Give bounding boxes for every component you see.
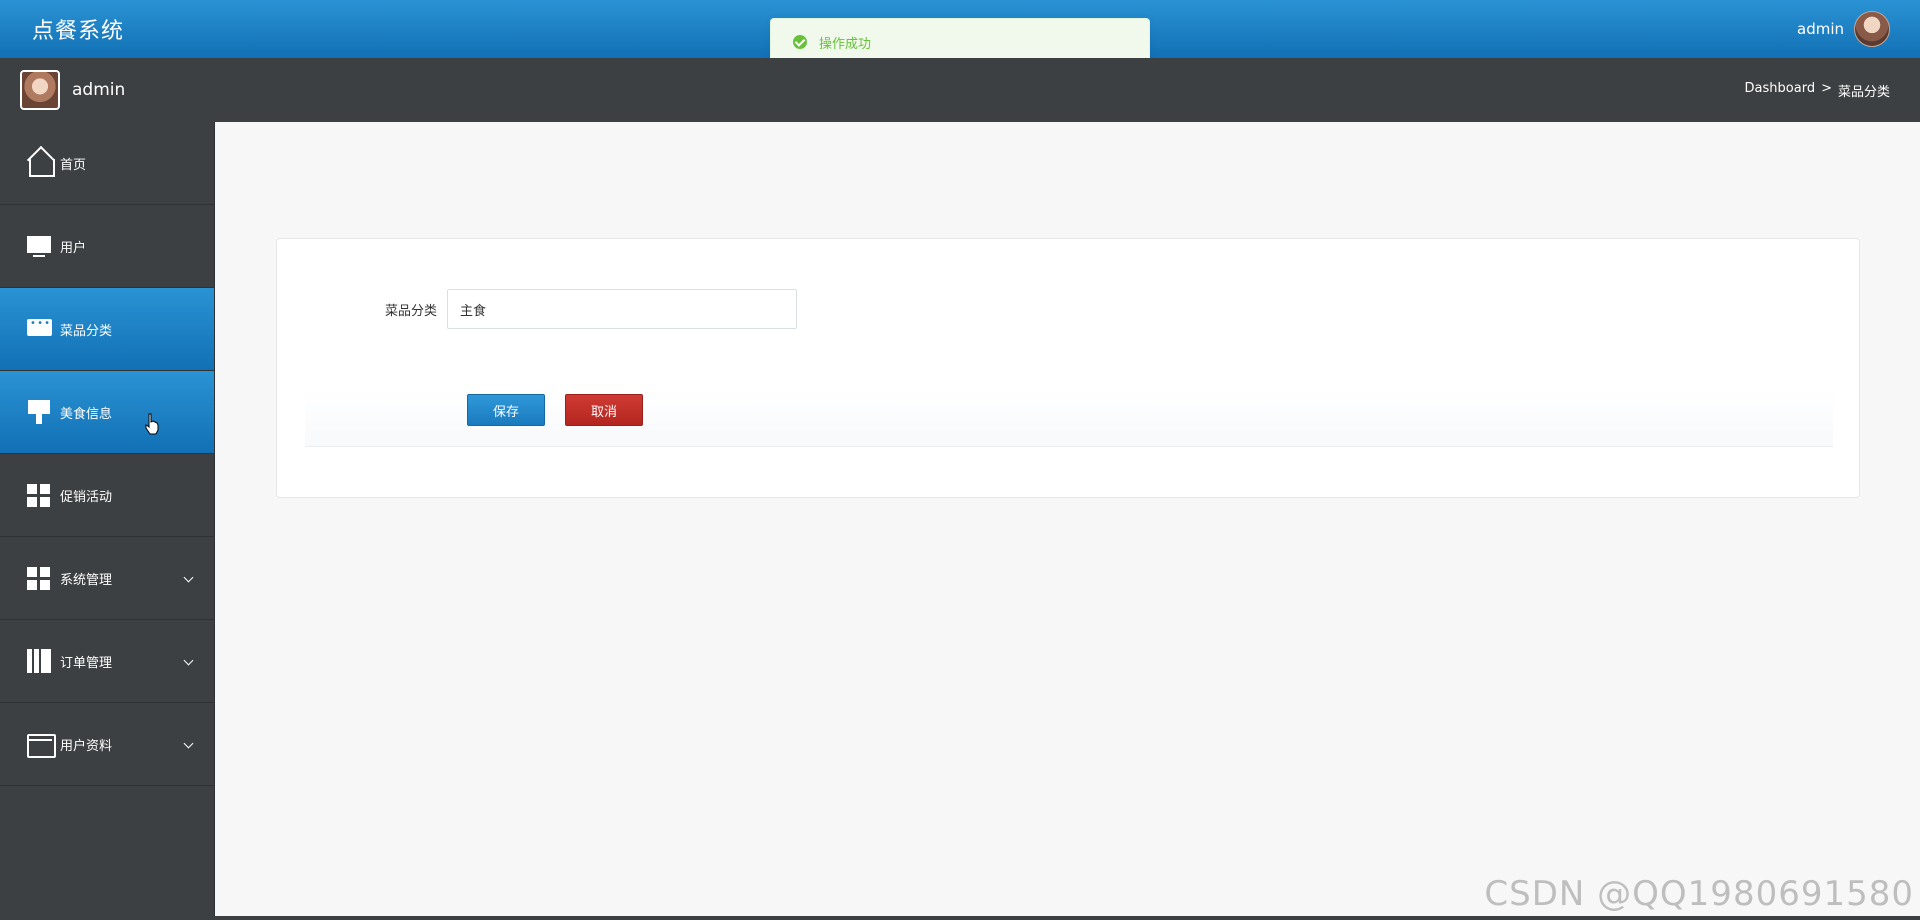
sidebar-item-label: 菜品分类	[60, 323, 113, 339]
sidebar-item-label: 促销活动	[60, 489, 113, 505]
category-form-row: 菜品分类	[277, 289, 1859, 329]
card-icon	[24, 728, 56, 760]
grid-icon	[24, 479, 56, 511]
breadcrumb: Dashboard > 菜品分类	[1745, 81, 1890, 100]
app-title: 点餐系统	[32, 19, 125, 44]
form-actions: 保存 取消	[305, 389, 1833, 447]
home-icon	[24, 147, 56, 179]
sidebar-item-label: 用户资料	[60, 738, 113, 754]
check-circle-icon	[793, 35, 807, 49]
sidebar-item-order-management[interactable]: 订单管理	[0, 620, 214, 703]
category-input[interactable]	[447, 289, 797, 329]
top-user-menu[interactable]: admin	[1797, 11, 1890, 47]
avatar[interactable]	[1854, 11, 1890, 47]
book-icon	[24, 645, 56, 677]
sidebar-item-food-info[interactable]: 美食信息	[0, 371, 214, 454]
category-form-panel: 菜品分类 保存 取消	[276, 238, 1860, 498]
save-button[interactable]: 保存	[467, 394, 545, 426]
sidebar-item-promotions[interactable]: 促销活动	[0, 454, 214, 537]
sidebar-item-home[interactable]: 首页	[0, 122, 214, 205]
user-avatar	[20, 70, 60, 110]
sidebar-user: admin	[20, 70, 125, 110]
sidebar-username: admin	[72, 80, 126, 100]
cancel-button[interactable]: 取消	[565, 394, 643, 426]
user-bar: admin Dashboard > 菜品分类	[0, 58, 1920, 122]
breadcrumb-current: 菜品分类	[1837, 84, 1890, 100]
sidebar-item-dish-category[interactable]: 菜品分类	[0, 288, 214, 371]
hand-cursor-icon	[145, 413, 159, 435]
sidebar-item-label: 美食信息	[60, 406, 113, 422]
sidebar: 首页 用户 菜品分类 美食信息 促销活动 系统管理 订单管理 用户资料	[0, 122, 215, 920]
brush-icon	[24, 396, 56, 428]
breadcrumb-separator: >	[1821, 80, 1832, 96]
sidebar-item-users[interactable]: 用户	[0, 205, 214, 288]
monitor-icon	[24, 230, 56, 262]
toast-message: 操作成功	[819, 36, 872, 52]
chevron-down-icon[interactable]	[183, 655, 194, 666]
top-username: admin	[1797, 20, 1844, 38]
chat-icon	[24, 313, 56, 345]
breadcrumb-root[interactable]: Dashboard	[1745, 81, 1816, 100]
sidebar-item-label: 首页	[60, 157, 87, 173]
sidebar-item-system-management[interactable]: 系统管理	[0, 537, 214, 620]
watermark: CSDN @QQ1980691580	[1484, 874, 1914, 914]
sidebar-item-label: 系统管理	[60, 572, 113, 588]
chevron-down-icon[interactable]	[183, 738, 194, 749]
category-label: 菜品分类	[384, 303, 437, 319]
sidebar-item-label: 用户	[60, 240, 87, 256]
sidebar-item-user-profile[interactable]: 用户资料	[0, 703, 214, 786]
taskbar-edge	[0, 916, 1920, 920]
chevron-down-icon[interactable]	[183, 572, 194, 583]
grid-icon	[24, 562, 56, 594]
sidebar-item-label: 订单管理	[60, 655, 113, 671]
